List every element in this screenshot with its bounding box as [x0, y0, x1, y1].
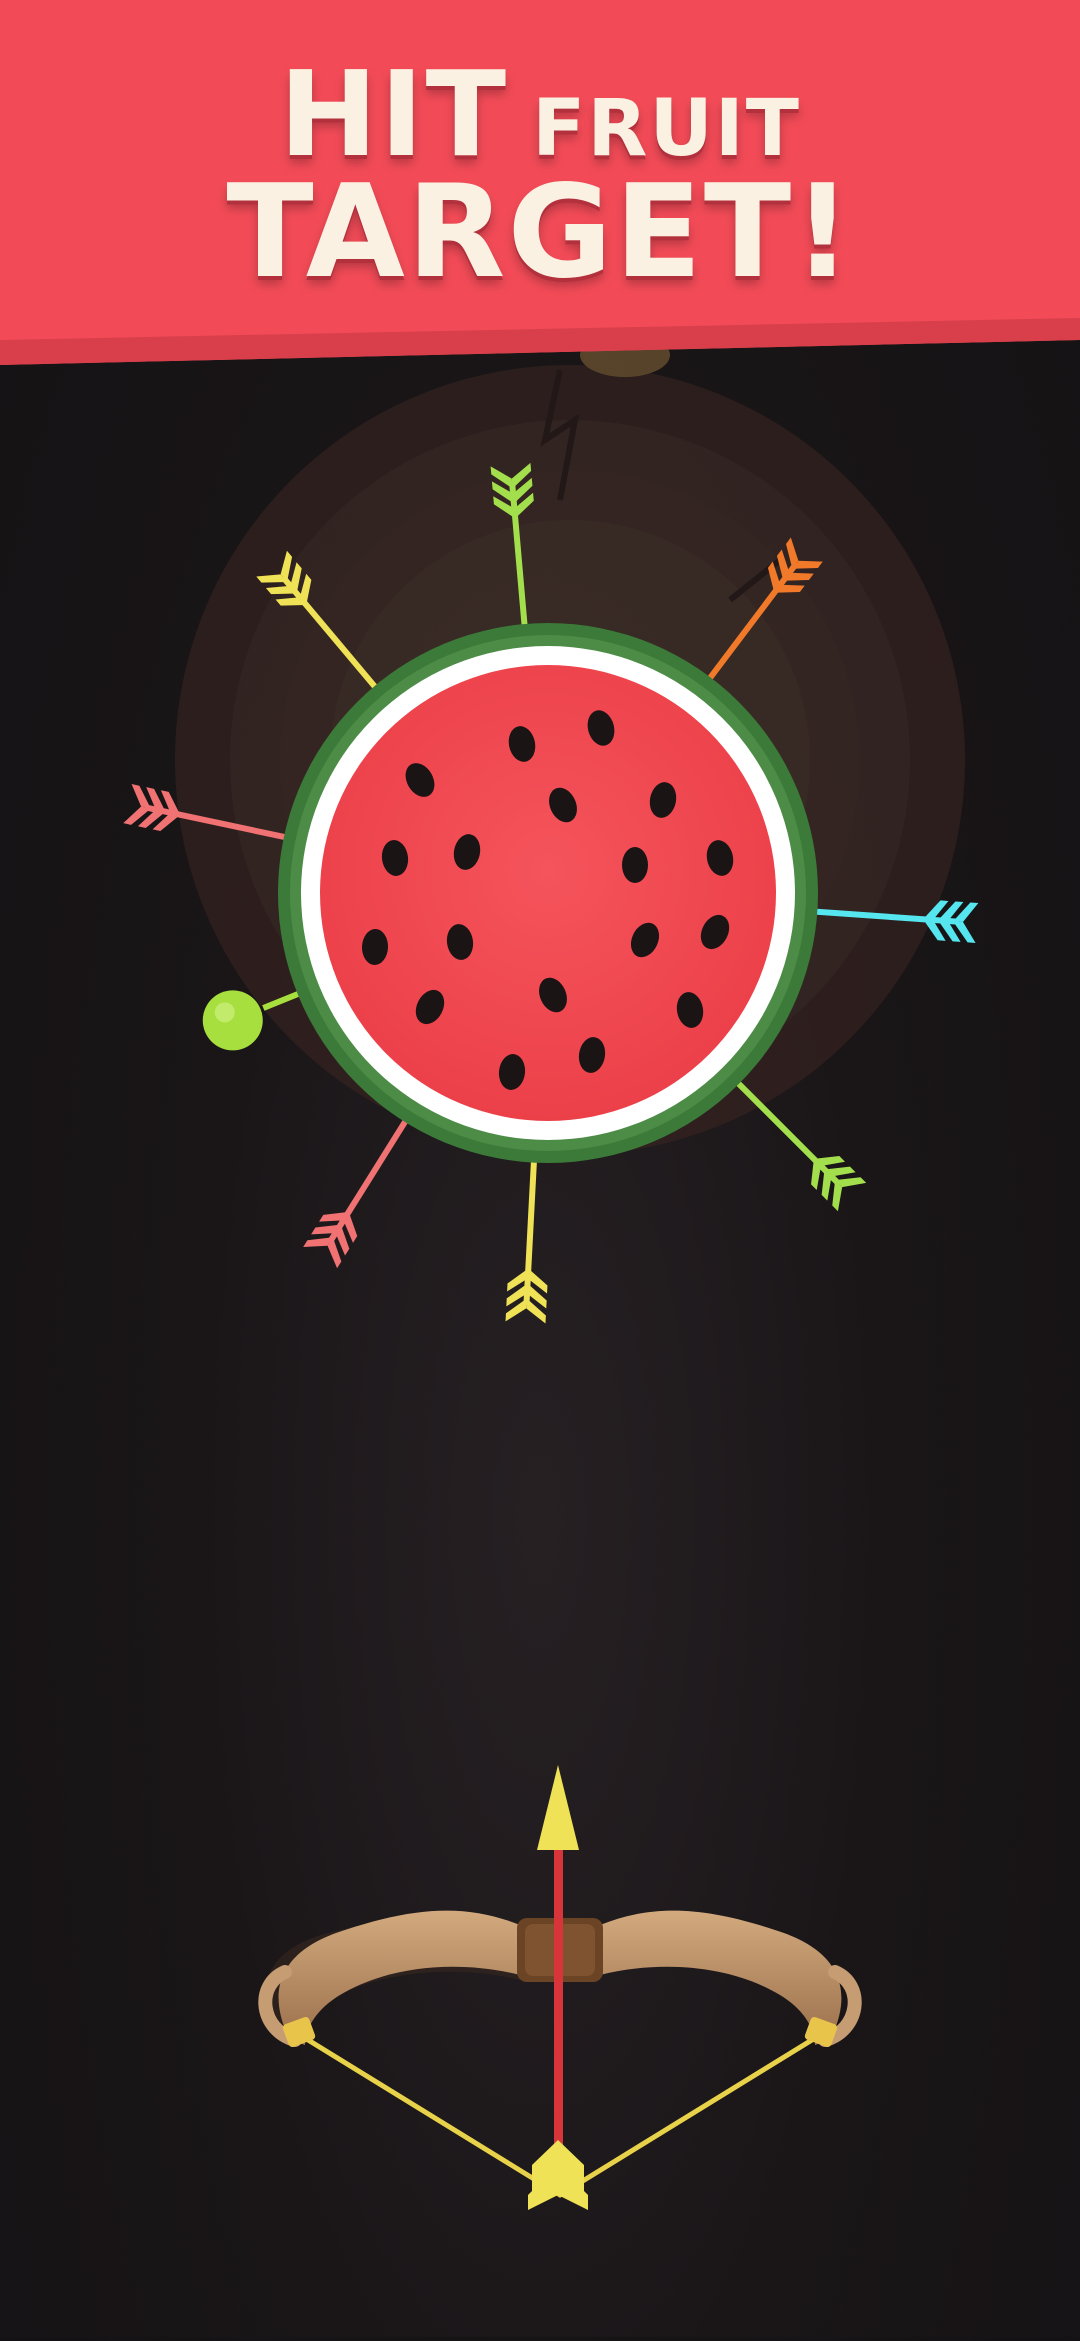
loaded-arrow[interactable]: [528, 1765, 588, 2210]
stuck-arrow: [505, 1149, 548, 1324]
seed: [622, 847, 648, 883]
watermelon-target[interactable]: [278, 623, 818, 1163]
stuck-arrow: [727, 1072, 867, 1212]
stuck-arrow: [303, 1109, 415, 1269]
title-banner: HIT FRUIT TARGET!: [0, 0, 1080, 370]
title-target: TARGET!: [226, 158, 854, 307]
